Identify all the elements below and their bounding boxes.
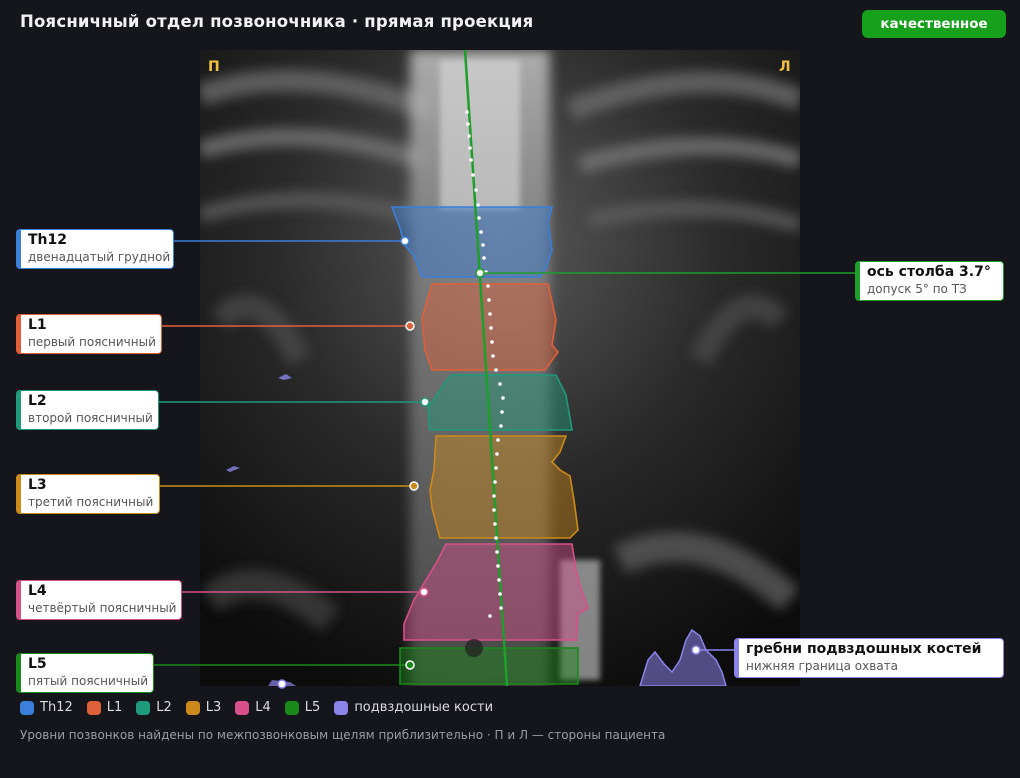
centerline-dot <box>492 494 496 498</box>
callout-l2[interactable]: L2 второй поясничный <box>16 390 159 430</box>
leader-endpoint <box>409 481 419 491</box>
centerline-dot <box>486 284 490 288</box>
centerline-dot <box>495 550 499 554</box>
leader-endpoint <box>420 397 430 407</box>
centerline-dot <box>488 312 492 316</box>
centerline-dot <box>499 606 503 610</box>
callout-iliac-crests[interactable]: гребни подвздошных костей нижняя граница… <box>734 638 1004 678</box>
centerline-dot <box>479 230 483 234</box>
centerline-dot <box>494 368 498 372</box>
centerline-dot <box>490 340 494 344</box>
centerline-dot <box>497 578 501 582</box>
centerline-dot <box>496 438 500 442</box>
callout-l3[interactable]: L3 третий поясничный <box>16 474 160 514</box>
leader-endpoint <box>691 645 701 655</box>
centerline-dot <box>467 134 471 138</box>
orientation-left-marker: Л <box>779 59 791 75</box>
callout-th12-subtitle: двенадцатый грудной <box>28 250 171 264</box>
legend-item: L2 <box>136 700 172 715</box>
vertebra-l3-region <box>429 435 579 539</box>
callout-axis-subtitle: допуск 5° по ТЗ <box>867 282 967 296</box>
legend-swatch <box>20 700 34 715</box>
centerline-dot <box>489 326 493 330</box>
legend-swatch <box>136 700 151 715</box>
legend-swatch <box>185 700 200 715</box>
legend-item: Th12 <box>20 700 73 715</box>
centerline-dot <box>465 110 469 114</box>
centerline-dot <box>471 173 475 177</box>
centerline-dot <box>493 480 497 484</box>
legend-label: L4 <box>255 700 271 715</box>
legend-item: L4 <box>235 700 271 715</box>
legend-swatch <box>334 700 349 715</box>
leader-endpoint <box>405 321 415 331</box>
centerline-dot <box>495 452 499 456</box>
legend-label: подвздошные кости <box>354 700 494 715</box>
xray-viewer: П Л Th12 двенадцатый грудной L1 первый п… <box>0 0 1020 700</box>
centerline-dot <box>477 216 481 220</box>
centerline-dot <box>494 466 498 470</box>
callout-l5[interactable]: L5 пятый поясничный <box>16 653 154 693</box>
callout-l3-subtitle: третий поясничный <box>28 495 154 509</box>
leader-endpoint <box>405 660 415 670</box>
callout-axis-title: ось столба 3.7° <box>867 264 991 280</box>
callout-iliac-subtitle: нижняя граница охвата <box>746 659 899 673</box>
centerline-dot <box>499 424 503 428</box>
callout-l1[interactable]: L1 первый поясничный <box>16 314 162 354</box>
vertebra-l5-region <box>399 647 579 685</box>
leader-endpoint <box>400 236 410 246</box>
centerline-dot <box>481 243 485 247</box>
centerline-dot <box>498 382 502 386</box>
legend-item: L5 <box>284 700 321 715</box>
callout-iliac-title: гребни подвздошных костей <box>746 641 982 657</box>
callout-l3-title: L3 <box>28 477 47 493</box>
legend-swatch <box>284 700 299 715</box>
legend-swatch <box>235 700 250 715</box>
legend-label: L3 <box>205 700 222 715</box>
legend-label: L2 <box>156 700 172 715</box>
centerline-dot <box>491 354 495 358</box>
centerline-dot <box>487 298 491 302</box>
legend-item: L3 <box>185 700 222 715</box>
legend-swatch <box>86 700 101 715</box>
l5-dark-spot <box>465 639 483 657</box>
centerline-dot <box>476 203 480 207</box>
callout-l4[interactable]: L4 четвёртый поясничный <box>16 580 182 620</box>
centerline-dot <box>474 188 478 192</box>
callout-l2-title: L2 <box>28 393 47 409</box>
callout-l1-title: L1 <box>28 317 47 333</box>
centerline-dot <box>468 146 472 150</box>
callout-l4-subtitle: четвёртый поясничный <box>28 601 177 615</box>
centerline-dot <box>501 396 505 400</box>
legend-item: подвздошные кости <box>334 700 493 715</box>
leader-endpoint <box>419 587 429 597</box>
centerline-dot <box>492 508 496 512</box>
legend-label: Th12 <box>40 700 73 715</box>
orientation-right-marker: П <box>208 59 220 75</box>
callout-axis[interactable]: ось столба 3.7° допуск 5° по ТЗ <box>855 261 1004 301</box>
centerline-dot <box>469 158 473 162</box>
callout-l1-subtitle: первый поясничный <box>28 335 156 349</box>
centerline-dot <box>500 410 504 414</box>
callout-l2-subtitle: второй поясничный <box>28 411 153 425</box>
centerline-dot <box>494 536 498 540</box>
iliac-marker <box>277 679 287 689</box>
callout-th12-title: Th12 <box>28 232 67 248</box>
callout-l4-title: L4 <box>28 583 47 599</box>
centerline-dot <box>493 522 497 526</box>
legend: Th12 L1 L2 L3 L4 L5 подвздошные кости <box>20 700 493 715</box>
centerline-dot <box>488 614 492 618</box>
callout-th12[interactable]: Th12 двенадцатый грудной <box>16 229 174 269</box>
centerline-dot <box>482 256 486 260</box>
callout-l5-subtitle: пятый поясничный <box>28 674 148 688</box>
centerline-dot <box>498 592 502 596</box>
centerline-dot <box>466 122 470 126</box>
leader-endpoint <box>475 268 485 278</box>
legend-item: L1 <box>86 700 123 715</box>
legend-label: L5 <box>304 700 321 715</box>
legend-label: L1 <box>106 700 123 715</box>
centerline-dot <box>496 564 500 568</box>
footnote: Уровни позвонков найдены по межпозвонков… <box>20 728 666 742</box>
callout-l5-title: L5 <box>28 656 47 672</box>
